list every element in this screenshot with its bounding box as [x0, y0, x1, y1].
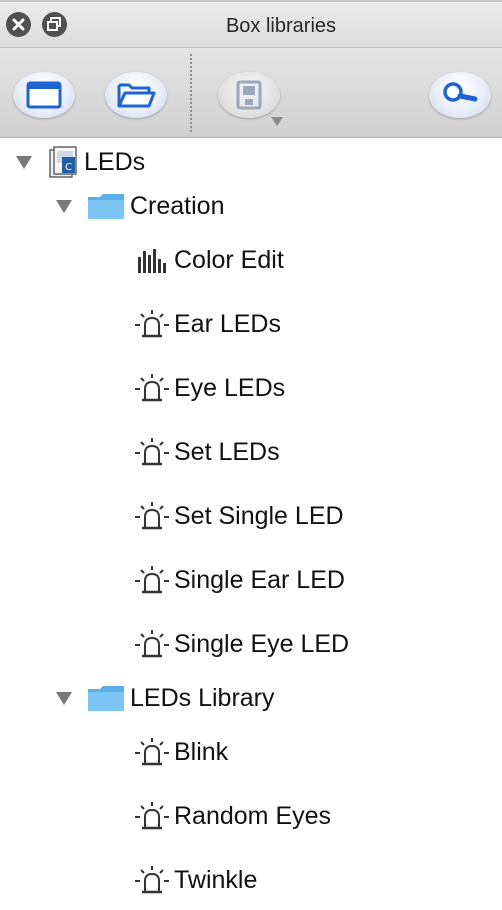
folder-icon	[88, 194, 124, 219]
tree-item-label: Single Eye LED	[174, 629, 350, 658]
tree-item-label: Eye LEDs	[174, 373, 286, 402]
tree-item-color-edit[interactable]: Color Edit	[134, 240, 284, 280]
library-tree: C LEDs Creation Color Edit Ear LEDs Eye …	[0, 138, 502, 910]
tree-item-blink[interactable]: Blink	[134, 732, 228, 772]
tree-node-leds[interactable]: C LEDs	[16, 142, 145, 182]
open-folder-button[interactable]	[105, 72, 167, 118]
disclosure-triangle-icon[interactable]	[56, 199, 72, 213]
disclosure-triangle-icon[interactable]	[16, 155, 32, 169]
disclosure-triangle-icon[interactable]	[56, 691, 72, 705]
led-icon	[135, 866, 169, 894]
tree-item-label: Color Edit	[174, 245, 284, 274]
tree-item-random-eyes[interactable]: Random Eyes	[134, 796, 331, 836]
save-icon	[236, 80, 262, 110]
bar-chart-icon	[138, 249, 166, 273]
tree-item-label: Random Eyes	[174, 801, 332, 830]
tree-item-label: Single Ear LED	[174, 565, 345, 594]
tree-item-single-eye-led[interactable]: Single Eye LED	[134, 624, 349, 664]
led-icon	[135, 310, 169, 338]
tree-item-twinkle[interactable]: Twinkle	[134, 860, 257, 900]
led-icon	[135, 438, 169, 466]
tree-item-single-ear-led[interactable]: Single Ear LED	[134, 560, 345, 600]
search-button[interactable]	[429, 72, 491, 118]
led-icon	[135, 566, 169, 594]
tree-item-label: Blink	[174, 737, 229, 766]
save-dropdown-arrow-icon[interactable]	[271, 117, 283, 126]
led-icon	[135, 630, 169, 658]
tree-item-label: Set LEDs	[174, 437, 280, 466]
tree-folder-leds-library[interactable]: LEDs Library	[56, 678, 275, 718]
tree-item-eye-leds[interactable]: Eye LEDs	[134, 368, 285, 408]
new-window-button[interactable]	[13, 72, 75, 118]
led-icon	[135, 502, 169, 530]
tree-item-label: Set Single LED	[174, 501, 344, 530]
tree-node-label: LEDs Library	[130, 683, 275, 712]
tree-node-label: Creation	[130, 191, 225, 220]
library-icon: C	[49, 146, 77, 178]
led-icon	[135, 738, 169, 766]
new-window-icon	[26, 81, 62, 109]
title-bar: Box libraries	[0, 0, 502, 48]
tree-item-label: Ear LEDs	[174, 309, 281, 338]
led-icon	[135, 374, 169, 402]
svg-text:C: C	[65, 162, 72, 173]
tree-node-label: LEDs	[84, 147, 146, 176]
tree-folder-creation[interactable]: Creation	[56, 186, 225, 226]
tree-item-set-single-led[interactable]: Set Single LED	[134, 496, 344, 536]
toolbar	[0, 48, 502, 138]
tree-item-label: Twinkle	[174, 865, 258, 894]
led-icon	[135, 802, 169, 830]
folder-icon	[88, 686, 124, 711]
open-folder-icon	[117, 83, 156, 108]
toolbar-separator	[190, 54, 192, 132]
tree-item-set-leds[interactable]: Set LEDs	[134, 432, 280, 472]
save-button[interactable]	[218, 72, 280, 118]
tree-item-ear-leds[interactable]: Ear LEDs	[134, 304, 281, 344]
window-title: Box libraries	[225, 15, 337, 37]
search-icon	[443, 82, 478, 102]
